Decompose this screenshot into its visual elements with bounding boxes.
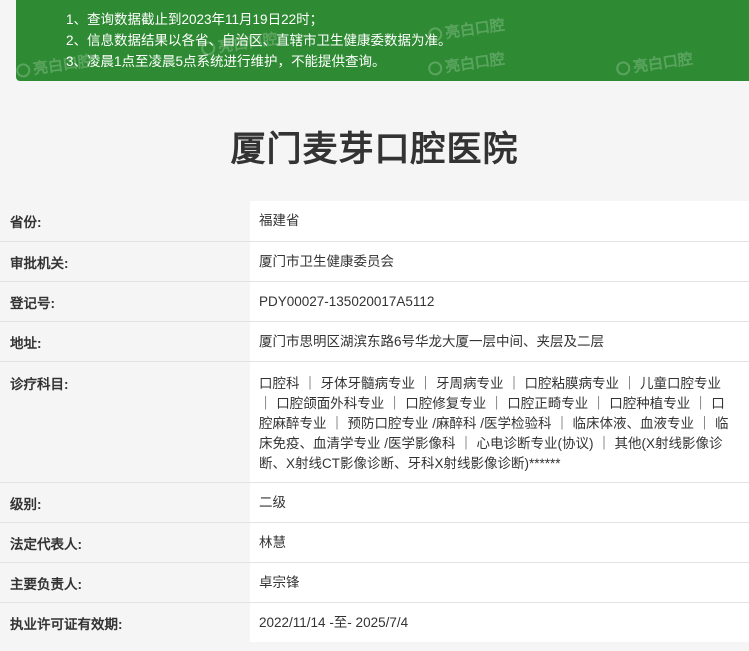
info-row-principal: 主要负责人: 卓宗锋 [0,562,749,602]
watermark-icon [427,26,444,43]
row-label: 诊疗科目: [0,362,250,482]
row-label: 地址: [0,322,250,361]
info-row-approval-authority: 审批机关: 厦门市卫生健康委员会 [0,241,749,281]
watermark-icon [427,60,444,77]
watermark-text: 亮白口腔 [32,52,94,78]
row-value: 厦门市思明区湖滨东路6号华龙大厦一层中间、夹层及二层 [250,322,749,361]
hospital-info-table: 省份: 福建省 审批机关: 厦门市卫生健康委员会 登记号: PDY00027-1… [0,201,749,642]
row-value: 2022/11/14 -至- 2025/7/4 [250,603,749,642]
row-label: 审批机关: [0,242,250,281]
info-row-departments: 诊疗科目: 口腔科 ｜ 牙体牙髓病专业 ｜ 牙周病专业 ｜ 口腔粘膜病专业 ｜ … [0,361,749,482]
row-label: 级别: [0,483,250,522]
row-label: 主要负责人: [0,563,250,602]
watermark-logo: 亮白口腔 [16,51,94,81]
watermark-icon [16,62,32,79]
watermark-icon [200,40,217,57]
row-value: 福建省 [250,201,749,241]
notice-line-2: 2、信息数据结果以各省、自治区、直辖市卫生健康委数据为准。 [66,33,452,48]
row-label: 省份: [0,201,250,241]
row-value: PDY00027-135020017A5112 [250,282,749,321]
info-row-address: 地址: 厦门市思明区湖滨东路6号华龙大厦一层中间、夹层及二层 [0,321,749,361]
row-label: 登记号: [0,282,250,321]
info-row-level: 级别: 二级 [0,482,749,522]
info-row-license-validity: 执业许可证有效期: 2022/11/14 -至- 2025/7/4 [0,602,749,642]
row-value: 口腔科 ｜ 牙体牙髓病专业 ｜ 牙周病专业 ｜ 口腔粘膜病专业 ｜ 儿童口腔专业… [250,362,749,482]
row-value: 林慧 [250,523,749,562]
row-value: 厦门市卫生健康委员会 [250,242,749,281]
info-row-province: 省份: 福建省 [0,201,749,241]
row-label: 执业许可证有效期: [0,603,250,642]
info-row-registration-number: 登记号: PDY00027-135020017A5112 [0,281,749,321]
notice-line-1: 1、查询数据截止到2023年11月19日22时； [66,12,324,27]
notice-banner: 1、查询数据截止到2023年11月19日22时； 2、信息数据结果以各省、自治区… [16,0,749,81]
row-value: 二级 [250,483,749,522]
row-value: 卓宗锋 [250,563,749,602]
row-label: 法定代表人: [0,523,250,562]
watermark-icon [615,60,632,77]
info-row-legal-representative: 法定代表人: 林慧 [0,522,749,562]
hospital-title: 厦门麦芽口腔医院 [230,130,519,169]
